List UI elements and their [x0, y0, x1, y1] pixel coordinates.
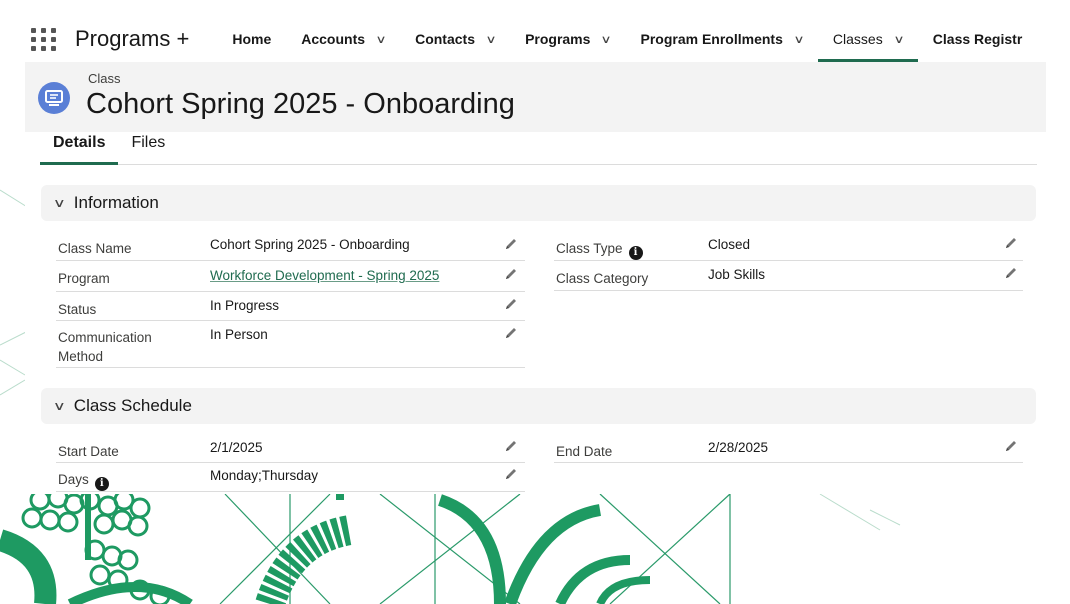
field-value: In Progress [210, 298, 280, 313]
pencil-icon[interactable] [1003, 438, 1019, 454]
chevron-down-icon[interactable]: ∨ [893, 33, 904, 46]
nav-items: Home Accounts ∨ Contacts ∨ Programs ∨ Pr… [217, 16, 1037, 62]
field-value: Job Skills [708, 267, 766, 282]
field-start-date: Start Date 2/1/2025 [56, 433, 525, 463]
chevron-down-icon[interactable]: ∨ [793, 33, 804, 46]
section-title: Information [73, 193, 159, 212]
chevron-down-icon[interactable]: ∨ [485, 33, 496, 46]
pencil-icon[interactable] [503, 325, 519, 341]
page-title: Cohort Spring 2025 - Onboarding [86, 88, 515, 120]
pencil-icon[interactable] [503, 466, 519, 482]
field-days: Days i Monday;Thursday [56, 462, 525, 492]
field-program: Program Workforce Development - Spring 2… [56, 260, 525, 292]
field-class-category: Class Category Job Skills [554, 260, 1023, 291]
field-label: Status [58, 302, 97, 317]
program-link[interactable]: Workforce Development - Spring 2025 [210, 268, 439, 283]
field-value: Closed [708, 237, 751, 252]
field-label: Days i [58, 470, 109, 491]
field-label: End Date [556, 444, 613, 459]
field-value: 2/1/2025 [210, 440, 263, 455]
field-value: Monday;Thursday [210, 468, 319, 483]
nav-item-class-registrations[interactable]: Class Registr [918, 16, 1037, 62]
section-title: Class Schedule [73, 396, 192, 415]
class-record-icon [38, 82, 70, 114]
field-label: Class Category [556, 271, 649, 286]
nav-item-home[interactable]: Home [217, 16, 286, 62]
field-label: Class Type i [556, 239, 643, 260]
nav-item-accounts[interactable]: Accounts ∨ [286, 16, 400, 62]
field-label: Communication Method [58, 330, 152, 364]
chevron-down-icon[interactable]: ∨ [53, 399, 66, 413]
pencil-icon[interactable] [503, 438, 519, 454]
field-value: In Person [210, 327, 268, 342]
chevron-down-icon[interactable]: ∨ [601, 33, 612, 46]
field-status: Status In Progress [56, 291, 525, 321]
nav-item-program-enrollments[interactable]: Program Enrollments ∨ [625, 16, 817, 62]
grass-blades-right [437, 494, 651, 604]
pencil-icon[interactable] [1003, 235, 1019, 251]
app-name: Programs + [75, 26, 190, 51]
field-communication-method: Communication Method In Person [56, 320, 525, 368]
flower-cluster-left [0, 487, 193, 604]
field-value: Cohort Spring 2025 - Onboarding [210, 237, 410, 252]
field-label: Class Name [58, 241, 132, 256]
field-class-name: Class Name Cohort Spring 2025 - Onboardi… [56, 230, 525, 261]
chevron-down-icon[interactable]: ∨ [375, 33, 386, 46]
section-information[interactable]: ∨ Information [41, 185, 1036, 221]
pencil-icon[interactable] [503, 236, 519, 252]
nav-item-contacts[interactable]: Contacts ∨ [400, 16, 510, 62]
pencil-icon[interactable] [503, 266, 519, 282]
tab-details[interactable]: Details [40, 132, 119, 165]
info-icon[interactable]: i [94, 476, 109, 491]
tab-files[interactable]: Files [118, 132, 178, 164]
nav-item-programs[interactable]: Programs ∨ [510, 16, 625, 62]
field-label: Start Date [58, 444, 119, 459]
pencil-icon[interactable] [1003, 265, 1019, 281]
field-label: Program [58, 271, 110, 286]
chevron-down-icon[interactable]: ∨ [53, 196, 66, 210]
nav-item-classes[interactable]: Classes ∨ [817, 16, 918, 62]
object-type-label: Class [88, 71, 121, 86]
record-tabs: Details Files [40, 132, 1037, 165]
app-nav-bar: Programs + Home Accounts ∨ Contacts ∨ Pr… [25, 16, 1046, 62]
pencil-icon[interactable] [503, 296, 519, 312]
grain-stalk-center [255, 494, 353, 604]
record-header: Class Cohort Spring 2025 - Onboarding [25, 62, 1046, 132]
info-icon[interactable]: i [628, 245, 643, 260]
field-class-type: Class Type i Closed [554, 230, 1023, 261]
section-class-schedule[interactable]: ∨ Class Schedule [41, 388, 1036, 424]
field-value: 2/28/2025 [708, 440, 769, 455]
waffle-icon[interactable] [31, 26, 57, 52]
field-end-date: End Date 2/28/2025 [554, 433, 1023, 463]
record-card: Class Cohort Spring 2025 - Onboarding De… [25, 62, 1046, 494]
